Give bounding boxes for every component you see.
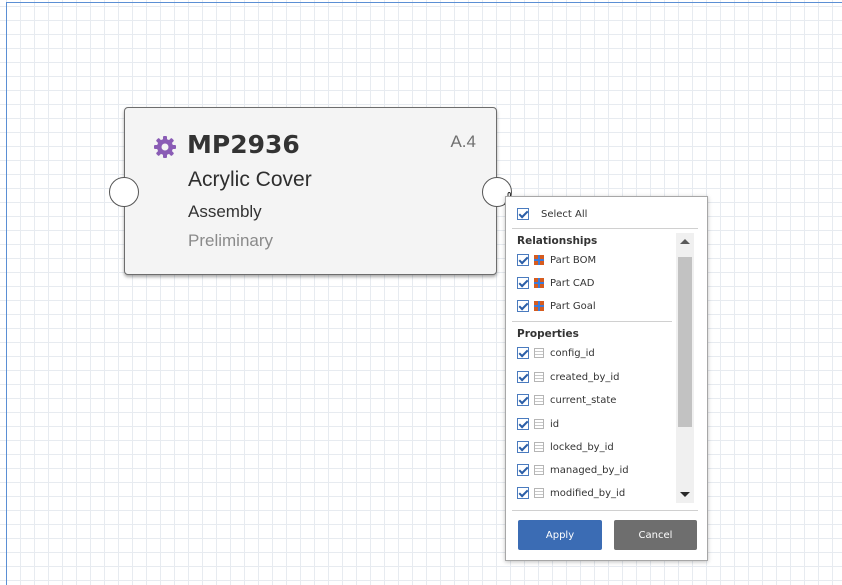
item-label: locked_by_id bbox=[550, 441, 614, 453]
canvas-frame bbox=[6, 2, 842, 585]
relationships-heading: Relationships bbox=[517, 235, 598, 247]
item-label: created_by_id bbox=[550, 371, 620, 383]
property-icon bbox=[534, 419, 544, 429]
checkbox[interactable] bbox=[517, 371, 529, 383]
property-icon bbox=[534, 395, 544, 405]
checkbox[interactable] bbox=[517, 254, 529, 266]
select-all-label: Select All bbox=[541, 208, 588, 220]
cancel-button[interactable]: Cancel bbox=[614, 520, 697, 550]
list-item-modified-by-id[interactable]: modified_by_id bbox=[517, 486, 625, 500]
list-item-managed-by-id[interactable]: managed_by_id bbox=[517, 463, 629, 477]
property-icon bbox=[534, 348, 544, 358]
relationship-icon bbox=[534, 255, 544, 265]
node-revision: A.4 bbox=[450, 132, 476, 151]
divider bbox=[512, 228, 698, 229]
properties-heading: Properties bbox=[517, 328, 579, 340]
checkbox[interactable] bbox=[517, 347, 529, 359]
apply-button[interactable]: Apply bbox=[518, 520, 602, 550]
divider bbox=[512, 321, 672, 322]
node-type: Assembly bbox=[188, 202, 262, 221]
item-node-card[interactable]: MP2936 A.4 Acrylic Cover Assembly Prelim… bbox=[124, 107, 497, 275]
property-icon bbox=[534, 442, 544, 452]
checkbox[interactable] bbox=[517, 277, 529, 289]
select-all-row[interactable]: Select All bbox=[517, 208, 587, 220]
divider bbox=[512, 510, 698, 511]
list-item-created-by-id[interactable]: created_by_id bbox=[517, 370, 619, 384]
list-item-part-goal[interactable]: Part Goal bbox=[517, 299, 596, 313]
property-icon bbox=[534, 372, 544, 382]
list-item-part-cad[interactable]: Part CAD bbox=[517, 276, 594, 290]
list-item-config-id[interactable]: config_id bbox=[517, 346, 595, 360]
relationship-icon bbox=[534, 278, 544, 288]
gear-icon bbox=[154, 136, 176, 158]
list-item-locked-by-id[interactable]: locked_by_id bbox=[517, 440, 614, 454]
checkbox[interactable] bbox=[517, 441, 529, 453]
item-label: Part CAD bbox=[550, 277, 595, 289]
list-item-id[interactable]: id bbox=[517, 417, 559, 431]
item-label: id bbox=[550, 418, 560, 430]
item-label: managed_by_id bbox=[550, 464, 629, 476]
item-label: Part Goal bbox=[550, 300, 596, 312]
checkbox[interactable] bbox=[517, 487, 529, 499]
node-name: Acrylic Cover bbox=[188, 168, 312, 191]
item-label: current_state bbox=[550, 394, 617, 406]
property-icon bbox=[534, 488, 544, 498]
filter-list: Relationships Part BOM Part CAD Part Goa… bbox=[506, 233, 674, 503]
scroll-down-arrow-icon[interactable] bbox=[676, 485, 694, 503]
property-icon bbox=[534, 465, 544, 475]
item-label: Part BOM bbox=[550, 254, 597, 266]
scroll-up-arrow-icon[interactable] bbox=[676, 233, 694, 251]
checkbox[interactable] bbox=[517, 418, 529, 430]
checkbox[interactable] bbox=[517, 464, 529, 476]
vertical-scrollbar[interactable] bbox=[676, 233, 694, 503]
relationship-filter-panel: Select All Relationships Part BOM Part C… bbox=[505, 196, 708, 561]
list-item-current-state[interactable]: current_state bbox=[517, 393, 616, 407]
checkbox[interactable] bbox=[517, 300, 529, 312]
checkbox[interactable] bbox=[517, 394, 529, 406]
relationship-icon bbox=[534, 301, 544, 311]
node-id: MP2936 bbox=[187, 130, 300, 159]
list-item-part-bom[interactable]: Part BOM bbox=[517, 253, 596, 267]
node-state: Preliminary bbox=[188, 231, 274, 250]
item-label: modified_by_id bbox=[550, 487, 626, 499]
left-connection-port[interactable] bbox=[109, 177, 139, 207]
scrollbar-thumb[interactable] bbox=[678, 257, 692, 427]
select-all-checkbox[interactable] bbox=[517, 208, 529, 220]
item-label: config_id bbox=[550, 347, 595, 359]
